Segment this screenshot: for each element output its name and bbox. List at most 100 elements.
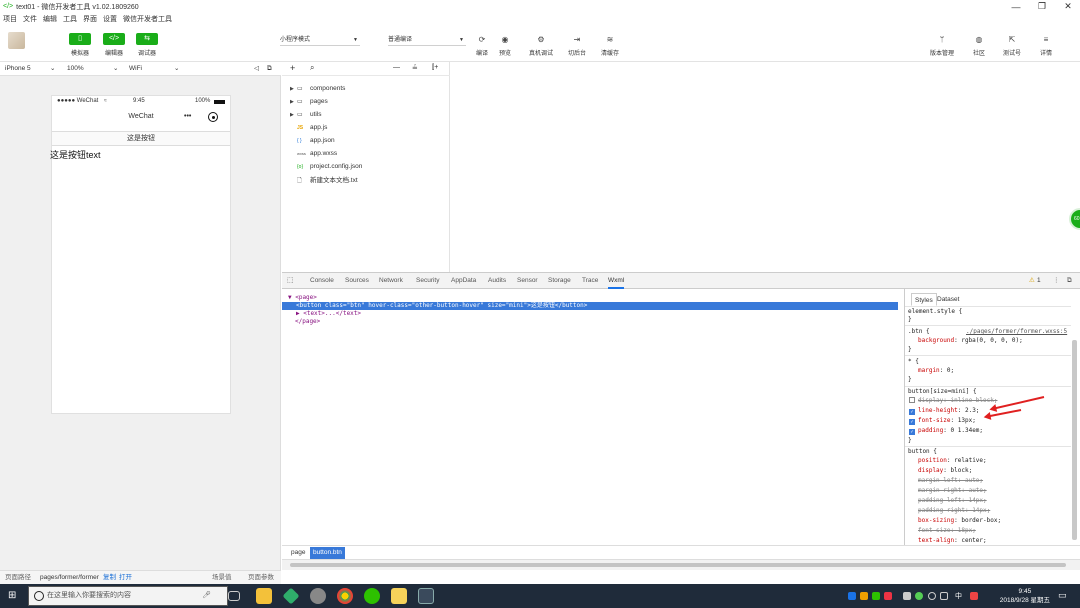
file-explorer-icon[interactable] [256, 588, 272, 604]
tab-network[interactable]: Network [379, 273, 403, 289]
file-item-components[interactable]: ▶ ▭ components [290, 83, 345, 95]
dock-icon[interactable]: ⧉ [1067, 273, 1072, 289]
open-path-link[interactable]: 打开 [119, 571, 132, 585]
network-select[interactable]: WiFi [129, 62, 142, 76]
menu-settings[interactable]: 设置 [103, 14, 117, 24]
clear-cache-button[interactable]: ≋ 清缓存 [596, 35, 624, 57]
wxml-node-text[interactable]: ▶ <text>...</text> [296, 310, 361, 318]
app-gear-icon[interactable] [310, 588, 326, 604]
zoom-select[interactable]: 100% [67, 62, 84, 76]
taskbar-search-input[interactable]: 在这里输入你要搜索的内容 🎤︎ [28, 586, 228, 606]
prop-checkbox-checked[interactable]: ✓ [909, 409, 915, 415]
button-box-sizing-prop[interactable]: box-sizing: border-box; [918, 516, 1001, 526]
wxml-node-button-selected[interactable]: <button class="btn" hover-class="other-b… [282, 302, 898, 310]
button-padding-left-prop[interactable]: padding-left: 14px; [918, 496, 987, 506]
file-item-pages[interactable]: ▶ ▭ pages [290, 96, 328, 108]
wxml-node-page[interactable]: ▼ <page> [288, 294, 317, 302]
tab-wxml[interactable]: Wxml [608, 273, 625, 289]
simulator-toggle-button[interactable]: ▯ 模拟器 [67, 33, 93, 57]
file-item-new-text[interactable]: 🗋 新建文本文档.txt [297, 175, 358, 187]
element-style-rule[interactable]: element.style { [908, 307, 962, 317]
app-diamond-icon[interactable] [282, 587, 300, 605]
tab-dataset[interactable]: Dataset [934, 293, 962, 306]
file-item-app-wxss[interactable]: wxss app.wxss [297, 148, 337, 160]
notes-app-icon[interactable] [391, 588, 407, 604]
search-icon[interactable]: ⌕ [310, 63, 314, 73]
menu-tools[interactable]: 工具 [63, 14, 77, 24]
prop-checkbox-checked[interactable]: ✓ [909, 419, 915, 425]
mini-font-size-prop[interactable]: ✓ font-size: 13px; [909, 416, 976, 426]
demo-button[interactable]: 这是按钮 [52, 131, 230, 146]
more-vertical-icon[interactable]: ⋮ [1053, 273, 1060, 289]
menu-view[interactable]: 界面 [83, 14, 97, 24]
device-select[interactable]: iPhone 5 [5, 62, 31, 76]
tab-trace[interactable]: Trace [582, 273, 598, 289]
tray-app-icon[interactable] [860, 592, 868, 600]
scrollbar-thumb[interactable] [290, 563, 1066, 567]
tab-sensor[interactable]: Sensor [517, 273, 538, 289]
file-item-utils[interactable]: ▶ ▭ utils [290, 109, 322, 121]
file-item-app-js[interactable]: JS app.js [297, 122, 327, 134]
prop-checkbox-checked[interactable]: ✓ [909, 429, 915, 435]
breadcrumb-button[interactable]: button.btn [310, 547, 345, 559]
button-display-prop[interactable]: display: block; [918, 466, 972, 476]
add-file-icon[interactable]: + [290, 63, 295, 73]
network-icon[interactable] [928, 592, 936, 600]
version-control-button[interactable]: ᛘ 版本管理 [928, 35, 956, 57]
background-button[interactable]: ⇥ 切后台 [563, 35, 591, 57]
devtools-app-icon[interactable] [418, 588, 434, 604]
styles-scrollbar[interactable] [1072, 340, 1077, 540]
button-position-prop[interactable]: position: relative; [918, 456, 987, 466]
volume-icon[interactable] [940, 592, 948, 600]
ime-indicator[interactable]: 中 [955, 591, 962, 601]
mini-line-height-prop[interactable]: ✓ line-height: 2.3; [909, 406, 979, 416]
chrome-icon[interactable] [337, 588, 353, 604]
sort-icon[interactable]: ≟ [412, 64, 418, 72]
tray-app-icon[interactable] [848, 592, 856, 600]
tray-app-icon[interactable] [915, 592, 923, 600]
tray-battery-icon[interactable] [903, 592, 911, 600]
mini-display-prop[interactable]: display: inline-block; [909, 396, 997, 406]
button-padding-right-prop[interactable]: padding-right: 14px; [918, 506, 990, 516]
tab-security[interactable]: Security [416, 273, 439, 289]
copy-path-link[interactable]: 复制 [103, 571, 116, 585]
button-margin-left-prop[interactable]: margin-left: auto; [918, 476, 983, 486]
more-dots-icon[interactable]: ••• [184, 107, 191, 126]
mode-select[interactable]: 小程序模式 ▼ [280, 35, 360, 46]
tab-styles[interactable]: Styles [911, 293, 937, 306]
microphone-icon[interactable]: 🎤︎ [202, 587, 211, 605]
editor-toggle-button[interactable]: </> 编辑器 [101, 33, 127, 57]
minimize-button[interactable]: — [1004, 0, 1028, 13]
maximize-button[interactable]: ❐ [1030, 0, 1054, 13]
horizontal-scrollbar[interactable] [282, 559, 1080, 570]
volume-icon[interactable]: ◁ [254, 62, 259, 76]
debugger-toggle-button[interactable]: ⇆ 调试器 [134, 33, 160, 57]
user-avatar[interactable] [8, 32, 25, 49]
menu-edit[interactable]: 编辑 [43, 14, 57, 24]
tab-sources[interactable]: Sources [345, 273, 369, 289]
split-icon[interactable]: ⫿+ [432, 64, 438, 72]
button-font-size-prop[interactable]: font-size: 18px; [918, 526, 976, 536]
taskbar-clock[interactable]: 9:45 2018/9/28 星期五 [1000, 587, 1050, 605]
tab-appdata[interactable]: AppData [451, 273, 476, 289]
tray-app-icon[interactable] [884, 592, 892, 600]
windows-start-icon[interactable]: ⊞ [8, 590, 20, 602]
breadcrumb-page[interactable]: page [288, 547, 308, 559]
preview-button[interactable]: ◉ 预览 [491, 35, 519, 57]
tab-console[interactable]: Console [310, 273, 334, 289]
prop-checkbox-unchecked[interactable] [909, 397, 915, 403]
page-params-button[interactable]: 页面参数 [248, 571, 274, 585]
star-margin-prop[interactable]: margin: 0; [918, 366, 954, 376]
menu-project[interactable]: 项目 [3, 14, 17, 24]
compile-select[interactable]: 普通编译 ▼ [388, 35, 466, 46]
tab-storage[interactable]: Storage [548, 273, 571, 289]
mini-padding-prop[interactable]: ✓ padding: 0 1.34em; [909, 426, 983, 436]
details-button[interactable]: ≡ 详情 [1032, 35, 1060, 57]
detach-window-icon[interactable]: ⧉ [267, 62, 272, 76]
collapse-icon[interactable]: — [393, 64, 400, 71]
remote-debug-button[interactable]: ⚙ 真机调试 [527, 35, 555, 57]
tab-audits[interactable]: Audits [488, 273, 506, 289]
task-view-icon[interactable] [228, 591, 240, 601]
btn-background-prop[interactable]: background: rgba(0, 0, 0, 0); [918, 336, 1023, 346]
warning-icon[interactable]: ⚠ [1029, 273, 1035, 289]
